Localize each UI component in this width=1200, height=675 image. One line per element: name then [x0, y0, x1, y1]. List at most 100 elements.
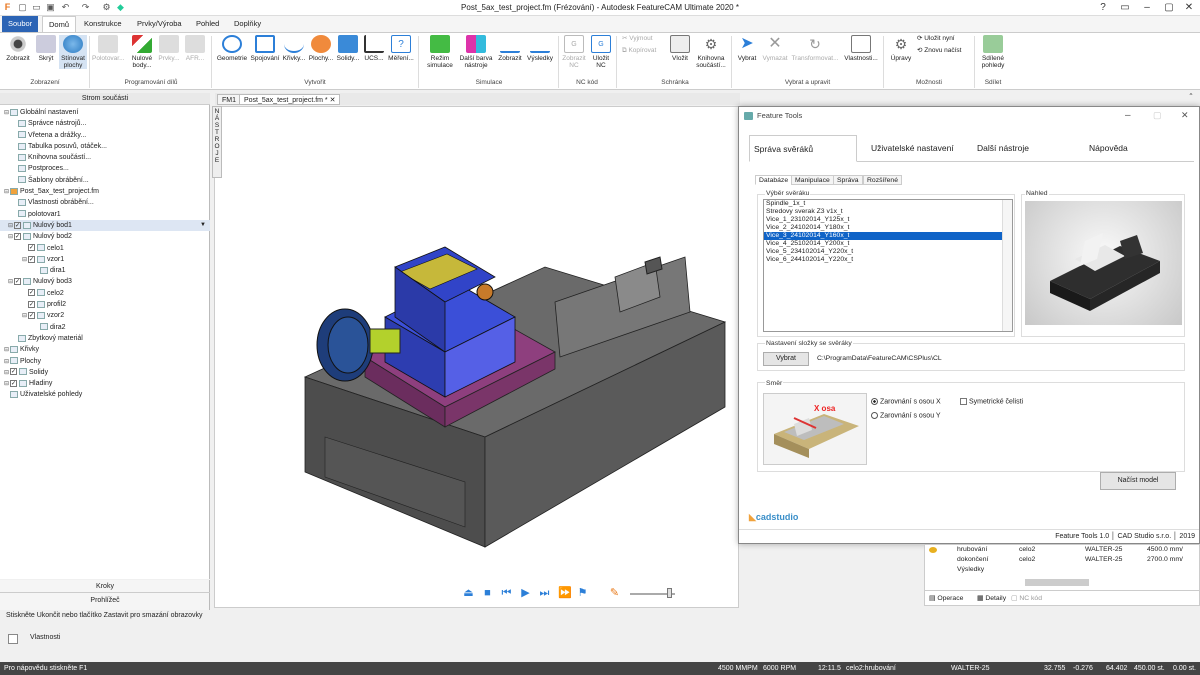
subtab-management[interactable]: Správa: [833, 175, 863, 185]
surfaces-button[interactable]: Plochy...: [308, 35, 334, 62]
close-button[interactable]: ✕: [1176, 0, 1200, 16]
fast-forward-icon[interactable]: ⏩: [558, 588, 572, 599]
shared-views-button[interactable]: Sdílené pohledy: [978, 35, 1008, 69]
tree-item[interactable]: ⊟ Křivky: [0, 344, 210, 355]
stop-icon[interactable]: ■: [482, 588, 493, 599]
save-nc-button[interactable]: G Uložit NC: [589, 35, 613, 69]
part-library-button[interactable]: ⚙ Knihovna součástí...: [694, 35, 728, 69]
tree-item[interactable]: ⊟ ✓ Nulový bod3: [0, 276, 210, 287]
tree-item[interactable]: ✓ profil2: [0, 299, 210, 310]
tab-user-settings[interactable]: Uživatelské nastavení: [867, 135, 967, 162]
tree-item[interactable]: ✓ celo2: [0, 288, 210, 299]
dialog-maximize-button[interactable]: ▢: [1153, 110, 1162, 121]
transform-button[interactable]: ↻ Transformovat...: [791, 35, 839, 62]
tab-konstrukce[interactable]: Konstrukce: [78, 16, 128, 32]
copy-button[interactable]: ⧉ Kopírovat: [622, 47, 666, 54]
tree-item[interactable]: ⊟ ✓ Nulový bod2: [0, 231, 210, 242]
radio-align-y[interactable]: Zarovnání s osou Y: [871, 412, 941, 419]
vice-list-item[interactable]: Vice_6_244102014_Y220x_t: [764, 256, 1012, 264]
tree-item[interactable]: ⊟ ✓ Solidy: [0, 367, 210, 378]
subtab-manipulation[interactable]: Manipulace: [791, 175, 834, 185]
curves-button[interactable]: Křivky...: [281, 35, 307, 62]
hide-button[interactable]: Skrýt: [34, 35, 58, 62]
tab-fm1[interactable]: FM1: [217, 94, 241, 105]
tree-item[interactable]: Knihovna součástí...: [0, 152, 210, 163]
symmetric-checkbox[interactable]: Symetrické čelisti: [960, 398, 1023, 405]
step-forward-icon[interactable]: ⏭: [539, 588, 550, 599]
tab-nc-code[interactable]: ▢ NC kód: [1011, 591, 1042, 606]
visibility-checkbox[interactable]: ✓: [14, 232, 21, 240]
tree-item[interactable]: Zbytkový materiál: [0, 333, 210, 344]
geometry-button[interactable]: Geometrie: [215, 35, 249, 62]
tree-item[interactable]: Šablony obrábění...: [0, 175, 210, 186]
afr-button[interactable]: AFR...: [182, 35, 208, 62]
sim-show-button[interactable]: Zobrazit: [495, 35, 525, 62]
tree-item[interactable]: ✓ celo1: [0, 243, 210, 254]
tab-project[interactable]: Post_5ax_test_project.fm * ✕: [239, 94, 341, 105]
tree-item[interactable]: Postproces...: [0, 163, 210, 174]
pencil-icon[interactable]: ✎: [609, 588, 620, 599]
tab-details[interactable]: ▦ Detaily: [977, 591, 1006, 606]
tree-item[interactable]: Uživatelské pohledy: [0, 389, 210, 400]
eject-icon[interactable]: ⏏: [463, 588, 474, 599]
sim-mode-button[interactable]: Režim simulace: [423, 35, 457, 69]
dialog-minimize-button[interactable]: –: [1125, 110, 1131, 121]
features-button[interactable]: Prvky...: [157, 35, 181, 62]
visibility-checkbox[interactable]: ✓: [28, 289, 35, 297]
paste-button[interactable]: Vložit: [668, 35, 692, 62]
subtab-advanced[interactable]: Rozšířené: [863, 175, 902, 185]
vice-listbox[interactable]: Spindle_1x_t Stredovy sverak Z3 v1x_t Vice…: [763, 199, 1013, 332]
dialog-close-button[interactable]: ✕: [1181, 110, 1189, 121]
collapse-ribbon-icon[interactable]: ⌃: [1186, 93, 1196, 100]
tree-item[interactable]: ⊟ ✓ vzor2: [0, 310, 210, 321]
visibility-checkbox[interactable]: ✓: [10, 379, 17, 387]
vice-list-item[interactable]: Spindle_1x_t: [764, 200, 1012, 208]
subtab-database[interactable]: Databáze: [755, 175, 793, 185]
vice-list-item[interactable]: Stredovy sverak Z3 v1x_t: [764, 208, 1012, 216]
h-scrollbar[interactable]: [1025, 579, 1089, 586]
tree-item[interactable]: ⊟ Post_5ax_test_project.fm: [0, 186, 210, 197]
visibility-checkbox[interactable]: ✓: [28, 244, 35, 252]
delete-button[interactable]: ✕ Vymazat: [760, 35, 790, 62]
join-button[interactable]: Spojování: [249, 35, 281, 62]
list-scrollbar[interactable]: [1002, 200, 1012, 331]
tree-item[interactable]: ⊟ ✓ Nulový bod1 ▼: [0, 219, 210, 232]
cut-button[interactable]: ✂ Vyjmout: [622, 35, 662, 42]
show-nc-button[interactable]: G Zobrazit NC: [561, 35, 587, 69]
speed-slider-thumb[interactable]: [667, 588, 672, 598]
measure-button[interactable]: ? Měření...: [387, 35, 415, 62]
stock-button[interactable]: Polotovar...: [92, 35, 125, 62]
play-icon[interactable]: ▶: [520, 588, 531, 599]
tree-item[interactable]: dira2: [0, 322, 210, 333]
solids-button[interactable]: Solidy...: [335, 35, 361, 62]
radio-align-x[interactable]: Zarovnání s osou X: [871, 398, 941, 405]
tab-domu[interactable]: Domů: [42, 16, 77, 32]
visibility-checkbox[interactable]: ✓: [28, 312, 35, 319]
browse-button[interactable]: Vybrat: [763, 352, 809, 366]
save-now-button[interactable]: ⟳ Uložit nyní: [917, 35, 969, 42]
close-tab-icon[interactable]: ✕: [330, 97, 336, 104]
tab-doplnky[interactable]: Doplňky: [228, 16, 267, 32]
tree-item[interactable]: dira1: [0, 265, 210, 276]
vice-list-item[interactable]: Vice_1_23102014_Y125x_t: [764, 216, 1012, 224]
vice-list-item[interactable]: Vice_3_24102014_Y160x_t: [764, 232, 1012, 240]
properties-button[interactable]: Vlastnosti...: [842, 35, 880, 62]
tab-vise-management[interactable]: Správa svěráků: [749, 135, 857, 162]
load-model-button[interactable]: Načíst model: [1100, 472, 1176, 490]
select-button[interactable]: ➤ Vybrat: [735, 35, 759, 62]
results-button[interactable]: Výsledky: [525, 35, 555, 62]
shade-surfaces-button[interactable]: Stínovat plochy: [59, 35, 87, 69]
tree-item[interactable]: polotovar1: [0, 209, 210, 220]
tree-item[interactable]: Tabulka posuvů, otáček...: [0, 141, 210, 152]
vice-list-item[interactable]: Vice_5_234102014_Y220x_t: [764, 248, 1012, 256]
steps-tab[interactable]: Kroky: [0, 581, 210, 593]
tree-item[interactable]: ⊟ ✓ vzor1: [0, 254, 210, 265]
setup-button[interactable]: Nulové body...: [127, 35, 157, 69]
dropdown-icon[interactable]: ▼: [200, 220, 206, 231]
tree-item[interactable]: Vlastnosti obrábění...: [0, 197, 210, 208]
tab-other-tools[interactable]: Další nástroje: [973, 135, 1073, 162]
visibility-checkbox[interactable]: ✓: [28, 300, 35, 308]
tree-item[interactable]: ⊟ ✓ Hladiny: [0, 378, 210, 389]
visibility-checkbox[interactable]: ✓: [10, 368, 17, 376]
visibility-checkbox[interactable]: ✓: [28, 255, 35, 263]
